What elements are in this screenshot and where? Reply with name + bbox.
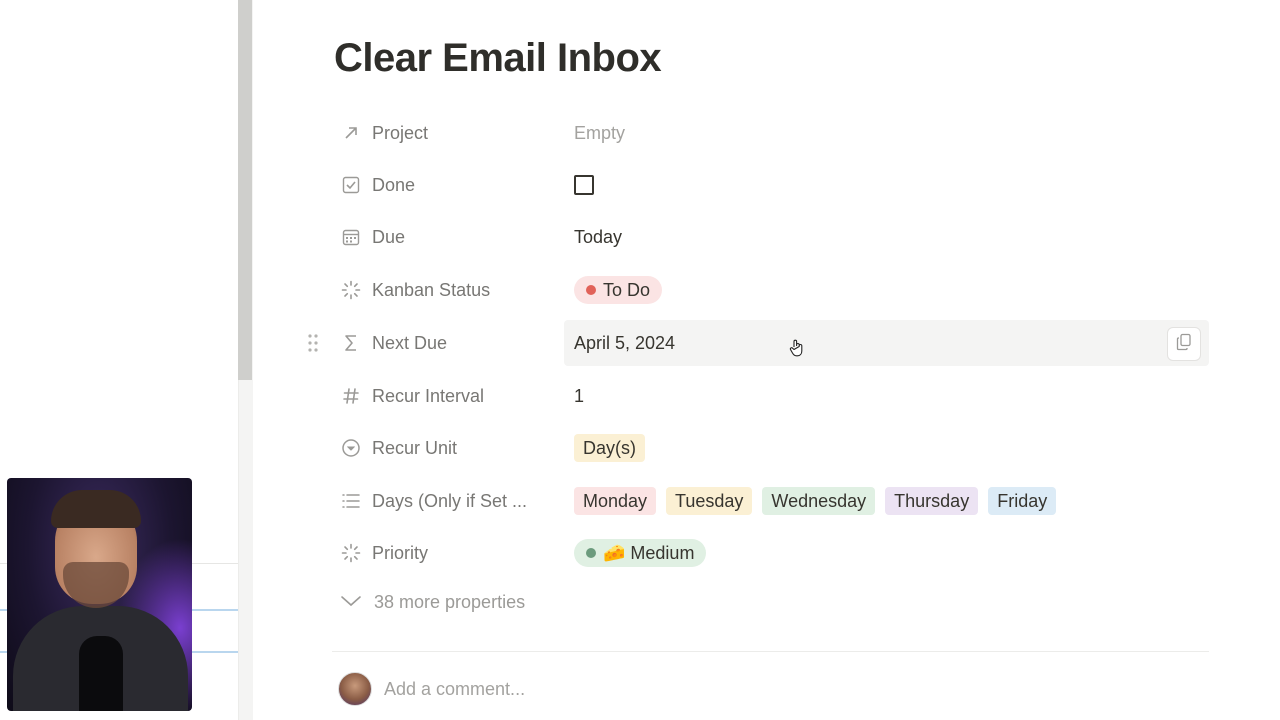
status-icon [340,279,362,301]
property-recur-interval[interactable]: Recur Interval 1 [334,373,1209,419]
property-label-text: Next Due [372,332,448,353]
tag-thursday[interactable]: Thursday [885,487,979,515]
checkbox-icon [340,174,362,196]
tag-tuesday[interactable]: Tuesday [666,487,753,515]
tag-wednesday[interactable]: Wednesday [762,487,876,515]
priority-label: 🧀 Medium [603,542,695,563]
property-value[interactable]: To Do [564,267,1209,313]
property-label-text: Due [372,226,406,247]
priority-badge[interactable]: 🧀 Medium [574,539,707,567]
hand-cursor-icon [789,339,805,357]
tag-friday[interactable]: Friday [988,487,1057,515]
property-days[interactable]: Days (Only if Set ... Monday Tuesday Wed… [334,478,1209,524]
status-dot [586,285,596,295]
tag-monday[interactable]: Monday [574,487,657,515]
property-priority[interactable]: Priority 🧀 Medium [334,530,1209,576]
property-label[interactable]: Kanban Status [334,279,564,301]
formula-value: April 5, 2024 [574,332,676,353]
comment-input[interactable]: Add a comment... [384,679,525,700]
sigma-icon [340,332,362,354]
status-icon [340,542,362,564]
page-title[interactable]: Clear Email Inbox [334,36,662,81]
property-done[interactable]: Done [334,162,1209,208]
property-label-text: Done [372,174,416,195]
avatar [338,672,372,706]
select-tag[interactable]: Day(s) [574,434,645,462]
property-value[interactable]: Today [564,214,1209,260]
scrollbar-thumb[interactable] [238,0,252,380]
property-due[interactable]: Due Today [334,214,1209,260]
property-label[interactable]: Recur Interval [334,385,564,407]
property-value[interactable]: Monday Tuesday Wednesday Thursday Friday [564,478,1209,524]
property-value [564,162,1209,208]
property-kanban-status[interactable]: Kanban Status To Do [334,267,1209,313]
chevron-down-icon [340,592,362,613]
property-label-text: Days (Only if Set ... [372,490,528,511]
hash-icon [340,385,362,407]
divider [332,651,1209,652]
property-label[interactable]: Done [334,174,564,196]
property-value[interactable]: 🧀 Medium [564,530,1209,576]
property-label[interactable]: Next Due [334,332,564,354]
drag-handle-icon[interactable] [306,332,320,354]
more-properties-toggle[interactable]: 38 more properties [340,592,525,613]
select-icon [340,437,362,459]
property-label-text: Priority [372,542,429,563]
status-label: To Do [603,279,651,300]
property-label-text: Project [372,122,429,143]
done-checkbox[interactable] [574,175,594,195]
property-value[interactable]: Empty [564,110,1209,156]
property-next-due[interactable]: Next Due April 5, 2024 [334,320,1209,366]
property-label[interactable]: Recur Unit [334,437,564,459]
comment-row[interactable]: Add a comment... [338,672,525,706]
property-label[interactable]: Due [334,226,564,248]
copy-button[interactable] [1167,327,1201,361]
more-properties-label: 38 more properties [374,592,526,612]
property-label[interactable]: Days (Only if Set ... [334,490,564,512]
status-dot [586,548,596,558]
list-icon [340,490,362,512]
property-project[interactable]: Project Empty [334,110,1209,156]
property-label[interactable]: Priority [334,542,564,564]
property-label-text: Recur Unit [372,437,458,458]
webcam-overlay [7,478,192,711]
property-label-text: Recur Interval [372,385,485,406]
property-value[interactable]: 1 [564,373,1209,419]
property-recur-unit[interactable]: Recur Unit Day(s) [334,425,1209,471]
status-badge[interactable]: To Do [574,276,663,304]
property-label[interactable]: Project [334,122,564,144]
arrow-up-right-icon [340,122,362,144]
property-value[interactable]: Day(s) [564,425,1209,471]
calendar-icon [340,226,362,248]
property-label-text: Kanban Status [372,279,491,300]
copy-icon [1176,333,1192,356]
property-value[interactable]: April 5, 2024 [564,320,1209,366]
